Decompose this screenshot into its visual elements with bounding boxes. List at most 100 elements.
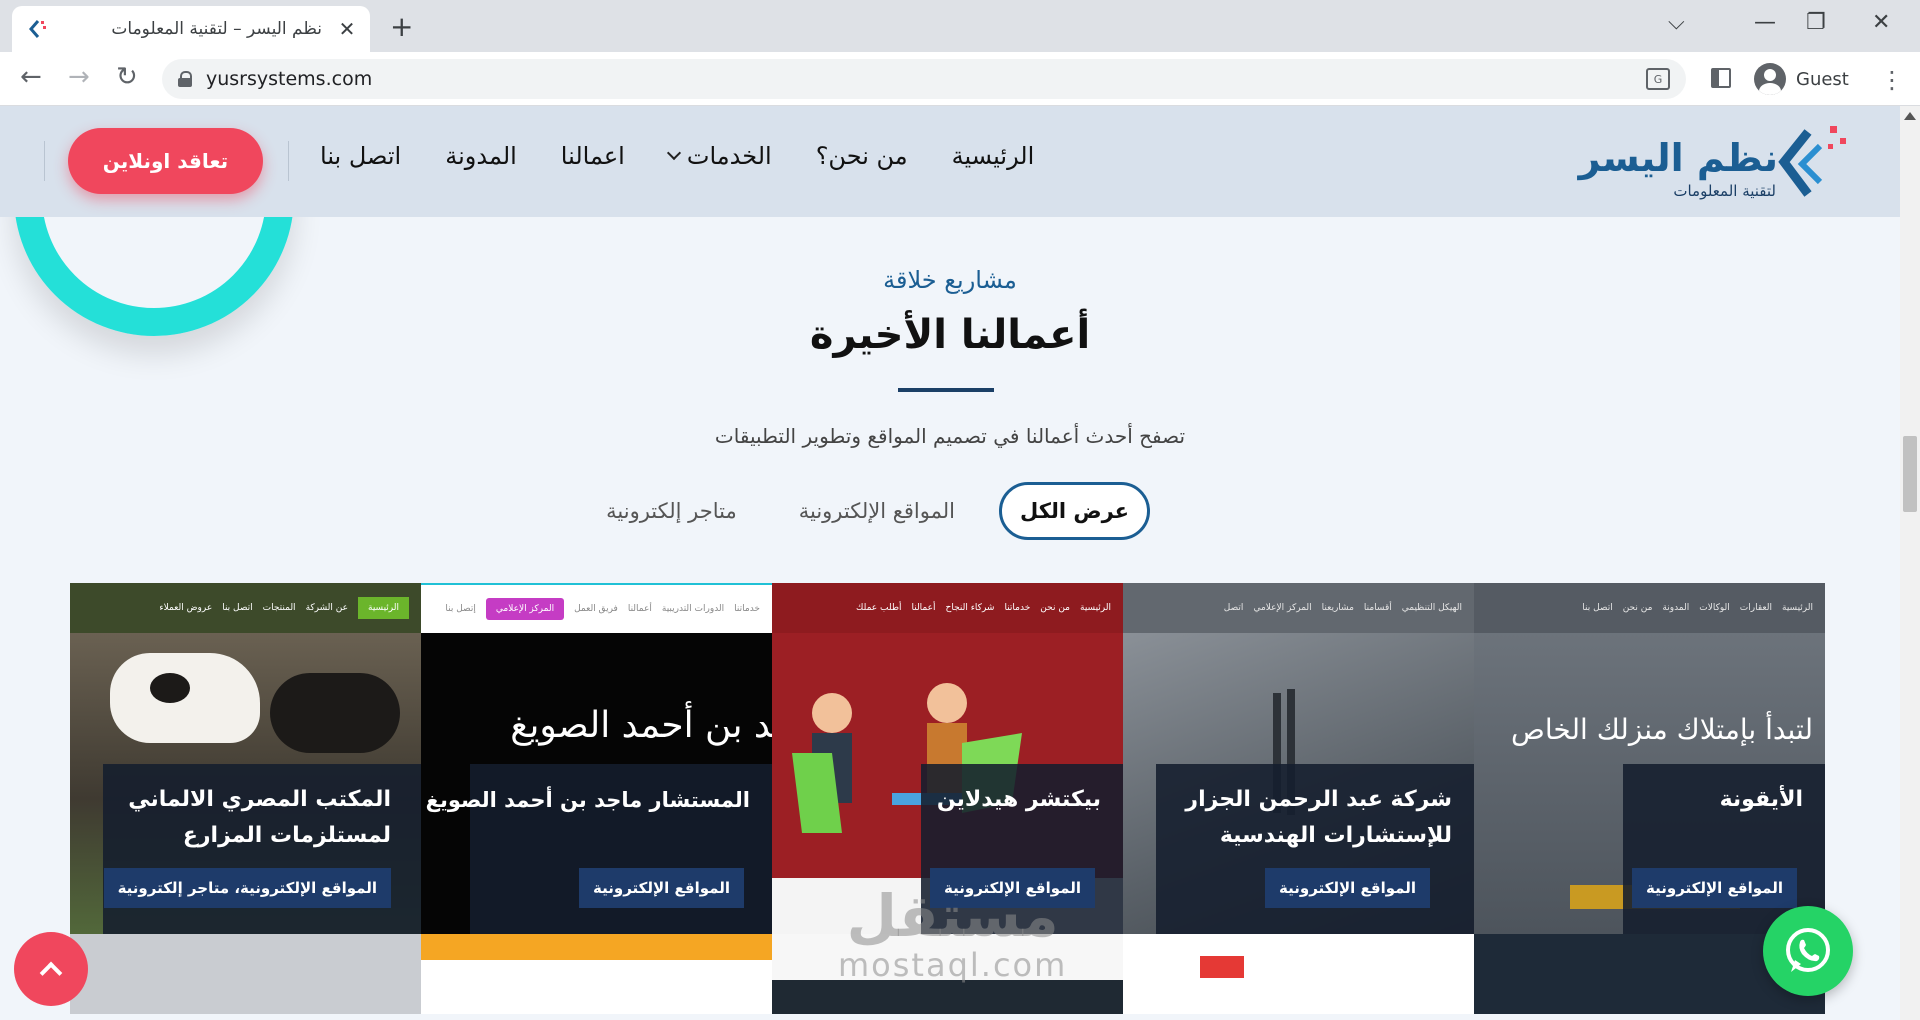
profile-button[interactable]: Guest	[1750, 59, 1863, 99]
preview-nav-item: أعمالنا	[911, 603, 936, 613]
section-lead: تصفح أحدث أعمالنا في تصميم المواقع وتطوي…	[714, 424, 1186, 448]
portfolio-card[interactable]: خدماتنا الدورات التدريبية أعمالنا فريق ا…	[421, 583, 772, 934]
nav-item-services-label: الخدمات	[686, 142, 772, 170]
lock-icon[interactable]	[178, 71, 192, 87]
watermark: مستقل mostaql.com	[838, 886, 1067, 984]
card-preview-navbar: الرئيسية عن الشركة المنتجات اتصل بنا عرو…	[70, 583, 421, 633]
preview-nav-item: المدونة	[1662, 603, 1690, 613]
preview-nav-item: عن الشركة	[305, 603, 348, 613]
portfolio-card[interactable]: الرئيسية عن الشركة المنتجات اتصل بنا عرو…	[70, 583, 421, 934]
portfolio-filters: عرض الكل المواقع الإلكترونية متاجر إلكتر…	[606, 482, 1150, 540]
minimize-icon[interactable]: —	[1754, 10, 1776, 35]
card-title: المكتب المصري الالماني لمستلزمات المزارع	[128, 782, 391, 854]
preview-nav-item: أعمالنا	[627, 604, 652, 614]
tab-search-chevron-icon[interactable]: ⌵	[1668, 10, 1685, 35]
filter-all[interactable]: عرض الكل	[998, 482, 1150, 540]
url-text[interactable]: yusrsystems.com	[206, 68, 1646, 90]
preview-nav-item: المنتجات	[262, 603, 296, 613]
side-panel-icon[interactable]	[1711, 68, 1731, 88]
header-divider	[44, 141, 45, 181]
browser-tab[interactable]: نظم اليسر – لتقنية المعلومات ✕	[12, 6, 370, 52]
scroll-thumb[interactable]	[1903, 436, 1917, 512]
preview-nav-item: اتصل	[1223, 603, 1244, 613]
filter-stores[interactable]: متاجر إلكترونية	[588, 485, 755, 537]
preview-nav-item: اتصل بنا	[1582, 603, 1613, 613]
preview-nav-item: الرئيسية	[1080, 603, 1111, 613]
address-bar[interactable]: yusrsystems.com G	[162, 59, 1686, 99]
preview-nav-item: من نحن	[1622, 603, 1653, 613]
section-kicker: مشاريع خلاقة	[883, 266, 1017, 294]
card-preview-navbar: الرئيسية من نحن خدماتنا شركاء النجاح أعم…	[772, 583, 1123, 633]
page-scrollbar[interactable]	[1900, 106, 1920, 1020]
preview-nav-item: الدورات التدريبية	[661, 604, 725, 614]
back-arrow-icon[interactable]: ←	[20, 62, 42, 92]
window-close-icon[interactable]: ✕	[1872, 10, 1890, 35]
whatsapp-icon	[1786, 928, 1830, 972]
main-nav: الرئيسية من نحن؟ الخدمات اعمالنا المدونة…	[320, 142, 1034, 170]
preview-nav-item: خدماتنا	[734, 604, 760, 614]
contract-online-button[interactable]: تعاقد اونلاين	[68, 128, 263, 194]
preview-orange-bar	[421, 934, 772, 960]
new-tab-button[interactable]: +	[390, 10, 413, 43]
whatsapp-button[interactable]	[1763, 906, 1853, 996]
portfolio-card[interactable]: الهيكل التنظيمي أقسامنا مشاريعنا المركز …	[1123, 583, 1474, 934]
card-title-line: لمستلزمات المزارع	[182, 823, 391, 848]
nav-item-home[interactable]: الرئيسية	[952, 142, 1035, 170]
card-hero-text: المستشار ماجد بن أحمد الصويغ	[510, 705, 772, 746]
preview-nav-item: الوكالات	[1699, 603, 1730, 613]
nav-item-about[interactable]: من نحن؟	[816, 142, 908, 170]
site-logo[interactable]: نظم اليسر لتقنية المعلومات	[1579, 116, 1850, 206]
card-title-line: المكتب المصري الالماني	[128, 787, 391, 812]
card-overlay: المكتب المصري الالماني لمستلزمات المزارع…	[103, 764, 421, 934]
portfolio-card-partial[interactable]	[70, 934, 421, 1014]
card-category-tag[interactable]: المواقع الإلكترونية	[1265, 868, 1430, 908]
preview-nav-item: خدماتنا	[1004, 603, 1031, 613]
preview-cow	[110, 653, 260, 743]
card-preview-navbar: الرئيسية العقارات الوكالات المدونة من نح…	[1474, 583, 1825, 633]
preview-nav-item: من نحن	[1040, 603, 1070, 613]
logo-mark-icon	[1778, 126, 1846, 197]
reload-icon[interactable]: ↻	[116, 62, 138, 92]
preview-nav-highlight	[1200, 956, 1244, 978]
avatar	[1754, 63, 1786, 95]
section-heading: أعمالنا الأخيرة	[809, 312, 1091, 358]
card-category-tag[interactable]: المواقع الإلكترونية	[579, 868, 744, 908]
preview-nav-item: إتصل بنا	[445, 604, 476, 614]
scroll-to-top-button[interactable]	[14, 932, 88, 1006]
card-title: الأيقونة	[1719, 787, 1803, 812]
card-title: بيكتشر هيدلاين	[936, 787, 1101, 812]
translate-icon[interactable]: G	[1646, 68, 1670, 90]
filter-websites[interactable]: المواقع الإلكترونية	[781, 485, 973, 537]
logo-subtitle: لتقنية المعلومات	[1673, 182, 1776, 200]
nav-item-blog[interactable]: المدونة	[445, 142, 517, 170]
forward-arrow-icon[interactable]: →	[68, 62, 90, 92]
site-header: نظم اليسر لتقنية المعلومات الرئيسية من ن…	[0, 106, 1900, 217]
preview-nav-item: العقارات	[1739, 603, 1772, 613]
nav-item-contact[interactable]: اتصل بنا	[320, 142, 401, 170]
card-category-tag[interactable]: المواقع الإلكترونية، متاجر إلكترونية	[103, 868, 391, 908]
card-title: المستشار ماجد بن أحمد الصويغ	[425, 788, 750, 812]
card-category-tag[interactable]: المواقع الإلكترونية	[1632, 868, 1797, 908]
nav-item-services[interactable]: الخدمات	[666, 142, 772, 170]
watermark-en: mostaql.com	[838, 946, 1068, 984]
browser-tabbar: نظم اليسر – لتقنية المعلومات ✕ + ⌵ — ❐ ✕	[0, 0, 1920, 52]
profile-label: Guest	[1796, 68, 1849, 90]
card-overlay: المستشار ماجد بن أحمد الصويغ المواقع الإ…	[426, 764, 772, 934]
card-overlay: شركة عبد الرحمن الجزار للإستشارات الهندس…	[1156, 764, 1474, 934]
preview-nav-item: الرئيسية	[1782, 603, 1813, 613]
portfolio-card[interactable]: الرئيسية العقارات الوكالات المدونة من نح…	[1474, 583, 1825, 934]
card-hero-text: لتبدأ بإمتلاك منزلك الخاص	[1511, 713, 1813, 746]
browser-toolbar: ← → ↻ yusrsystems.com G Guest ⋮	[0, 52, 1920, 106]
chevron-down-icon	[666, 145, 681, 161]
site-favicon-icon	[24, 16, 50, 42]
restore-icon[interactable]: ❐	[1806, 10, 1826, 35]
browser-menu-icon[interactable]: ⋮	[1880, 66, 1904, 94]
card-preview-navbar: الهيكل التنظيمي أقسامنا مشاريعنا المركز …	[1123, 583, 1474, 633]
scroll-up-arrow-icon[interactable]	[1904, 112, 1916, 120]
portfolio-card-partial[interactable]	[421, 934, 772, 1014]
nav-item-works[interactable]: اعمالنا	[561, 142, 625, 170]
tab-close-icon[interactable]: ✕	[336, 17, 358, 41]
portfolio-card-partial[interactable]	[1123, 934, 1474, 1014]
preview-nav-item: اتصل بنا	[222, 603, 253, 613]
heading-underline	[898, 388, 994, 392]
